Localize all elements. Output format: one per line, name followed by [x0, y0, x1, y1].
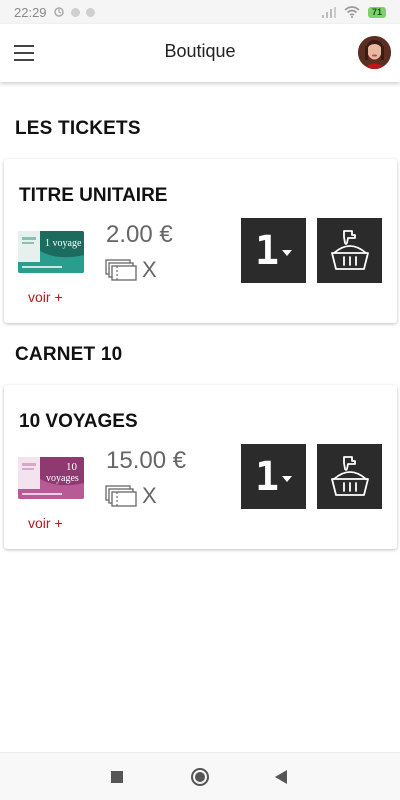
avatar[interactable] — [358, 36, 391, 69]
battery-icon: 71 — [367, 6, 386, 18]
see-more-link[interactable]: voir + — [28, 289, 63, 305]
add-to-cart-button[interactable] — [317, 218, 382, 283]
status-dot-icon — [70, 7, 80, 17]
product-price: 15.00 € — [106, 447, 187, 474]
status-dot-icon — [85, 7, 95, 17]
back-icon[interactable] — [275, 770, 287, 784]
status-right: 71 — [321, 6, 386, 18]
status-left: 22:29 — [14, 5, 95, 20]
product-name: 10 VOYAGES — [19, 411, 138, 432]
tickets-stack-icon — [105, 485, 137, 507]
caret-down-icon — [282, 475, 293, 482]
product-price: 2.00 € — [106, 221, 173, 248]
quantity-value: 1 — [254, 453, 280, 500]
quantity-select[interactable]: 1 — [241, 444, 306, 509]
product-card-10-voyages: 10 VOYAGES 10 voyages 15.00 € X voir + 1 — [4, 385, 397, 549]
page-title: Boutique — [164, 41, 236, 61]
product-name: TITRE UNITAIRE — [19, 185, 168, 206]
quantity-value: 1 — [254, 227, 280, 274]
quantity-label: X — [142, 483, 157, 508]
status-time: 22:29 — [14, 4, 47, 20]
see-more-link[interactable]: voir + — [28, 515, 63, 531]
notification-icon — [53, 7, 64, 17]
quantity-label: X — [142, 257, 157, 282]
ticket-image-text: 1 voyage — [45, 238, 82, 249]
product-card-titre-unitaire: TITRE UNITAIRE 1 voyage 2.00 € X voir + … — [4, 159, 397, 323]
recent-apps-icon[interactable] — [111, 771, 123, 783]
wifi-icon — [344, 6, 360, 18]
ticket-image: 1 voyage — [18, 231, 84, 273]
tickets-stack-icon — [105, 259, 137, 281]
home-icon[interactable] — [191, 768, 209, 786]
ticket-image-number: 10 — [66, 461, 78, 473]
basket-add-icon — [330, 455, 369, 496]
section-title-tickets: LES TICKETS — [15, 118, 141, 139]
ticket-image-text: voyages — [46, 473, 79, 484]
caret-down-icon — [282, 249, 293, 256]
section-title-carnet: CARNET 10 — [15, 344, 123, 365]
quantity-select[interactable]: 1 — [241, 218, 306, 283]
system-nav-bar — [0, 752, 400, 800]
ticket-image: 10 voyages — [18, 457, 84, 499]
add-to-cart-button[interactable] — [317, 444, 382, 509]
basket-add-icon — [330, 229, 369, 270]
signal-icon — [321, 6, 336, 18]
status-bar: 22:29 71 — [0, 0, 400, 24]
app-bar: Boutique — [0, 24, 400, 82]
